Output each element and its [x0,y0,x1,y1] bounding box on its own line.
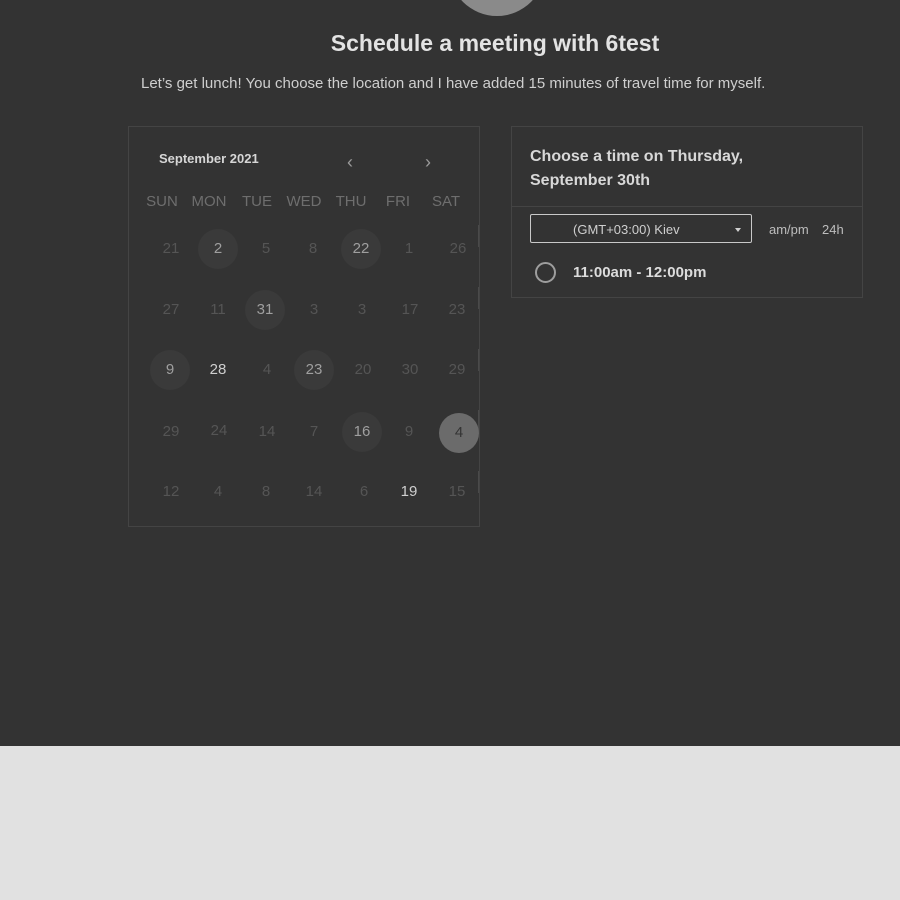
time-selection-panel: Choose a time on Thursday, September 30t… [511,126,863,298]
calendar-day: 27 [162,301,180,318]
calendar-day: 9 [404,423,414,440]
calendar-month-label: September 2021 [159,151,259,166]
weekday-sat: SAT [431,193,461,210]
time-slot-radio[interactable] [535,262,556,283]
weekday-thu: THU [335,193,367,210]
calendar-day: 3 [309,301,319,318]
format-24h-toggle[interactable]: 24h [822,222,844,237]
calendar-day: 19 [400,483,418,500]
weekday-sun: SUN [146,193,178,210]
timezone-select[interactable]: (GMT+03:00) Kiev [530,214,752,243]
calendar-day: 5 [261,240,271,257]
calendar-day: 29 [162,423,180,440]
calendar-divider [478,287,479,309]
calendar-day: 20 [354,361,372,378]
calendar-day: 4 [262,361,272,378]
calendar-day: 17 [401,301,419,318]
calendar-divider [478,349,479,371]
calendar-day: 6 [359,483,369,500]
timezone-value: (GMT+03:00) Kiev [573,222,680,237]
calendar-day: 8 [261,483,271,500]
chevron-right-icon[interactable]: › [425,152,431,173]
format-ampm-toggle[interactable]: am/pm [769,222,809,237]
calendar-day: 23 [448,301,466,318]
calendar-day: 21 [162,240,180,257]
weekday-tue: TUE [242,193,272,210]
calendar-day-available[interactable]: 9 [150,350,190,390]
calendar-day-available[interactable]: 22 [341,229,381,269]
page-title: Schedule a meeting with 6test [330,30,660,56]
calendar-day: 14 [258,423,276,440]
calendar-day-selected[interactable]: 4 [439,413,479,453]
calendar-day: 24 [210,422,228,439]
time-panel-heading: Choose a time on Thursday, September 30t… [530,148,744,189]
calendar-day-available[interactable]: 23 [294,350,334,390]
calendar-day-available[interactable]: 16 [342,412,382,452]
calendar-divider [478,225,479,247]
caret-down-icon [735,228,741,232]
calendar-day: 29 [448,361,466,378]
host-avatar [449,0,545,16]
calendar-day: 14 [305,483,323,500]
calendar-day: 11 [210,301,226,318]
weekday-wed: WED [286,193,322,210]
calendar-day: 26 [449,240,467,257]
calendar-day: 4 [213,483,223,500]
time-slot-label[interactable]: 11:00am - 12:00pm [573,264,706,281]
calendar-day: 30 [401,361,419,378]
calendar-day: 15 [448,483,466,500]
time-panel-divider [512,206,862,207]
calendar-day: 8 [308,240,318,257]
calendar-day: 12 [162,483,180,500]
chevron-left-icon[interactable]: ‹ [347,152,353,173]
weekday-mon: MON [191,193,227,210]
page-background: Schedule a meeting with 6test Let’s get … [0,0,900,746]
calendar-day-available[interactable]: 2 [198,229,238,269]
calendar-day-available[interactable]: 31 [245,290,285,330]
calendar-day: 1 [404,240,414,257]
calendar-day: 28 [209,361,227,378]
calendar-divider [478,471,479,493]
weekday-fri: FRI [385,193,411,210]
calendar-day: 7 [309,423,319,440]
calendar-day: 3 [357,301,367,318]
page-subtitle: Let’s get lunch! You choose the location… [141,75,766,92]
calendar-panel: September 2021 ‹ › SUN MON TUE WED THU F… [128,126,480,527]
